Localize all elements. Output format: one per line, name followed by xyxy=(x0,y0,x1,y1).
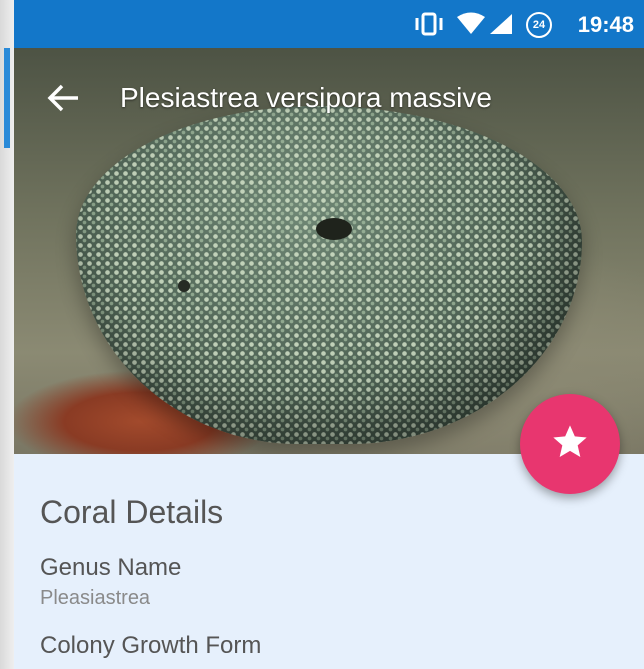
genus-name-value: Pleasiastrea xyxy=(40,587,151,609)
colony-growth-form-label: Colony Growth Form xyxy=(40,632,262,659)
status-bar: 24 19:48 xyxy=(14,0,644,48)
clock: 19:48 xyxy=(577,12,634,37)
signal-icon xyxy=(488,12,514,41)
wifi-icon xyxy=(456,12,486,41)
page-title: Plesiastrea versipora massive xyxy=(120,82,492,113)
vibrate-icon xyxy=(414,12,444,41)
app-screen: 24 19:48 Plesiastrea versipora massive C… xyxy=(14,0,644,669)
genus-name-label: Genus Name xyxy=(40,554,182,581)
left-edge xyxy=(0,0,14,669)
toolbar: Plesiastrea versipora massive xyxy=(14,48,644,148)
data-saver-icon: 24 xyxy=(526,12,552,38)
section-title: Coral Details xyxy=(40,494,224,530)
coral-details: Coral Details Genus Name Pleasiastrea Co… xyxy=(14,454,644,669)
arrow-left-icon xyxy=(44,84,84,122)
back-button[interactable] xyxy=(44,78,84,118)
